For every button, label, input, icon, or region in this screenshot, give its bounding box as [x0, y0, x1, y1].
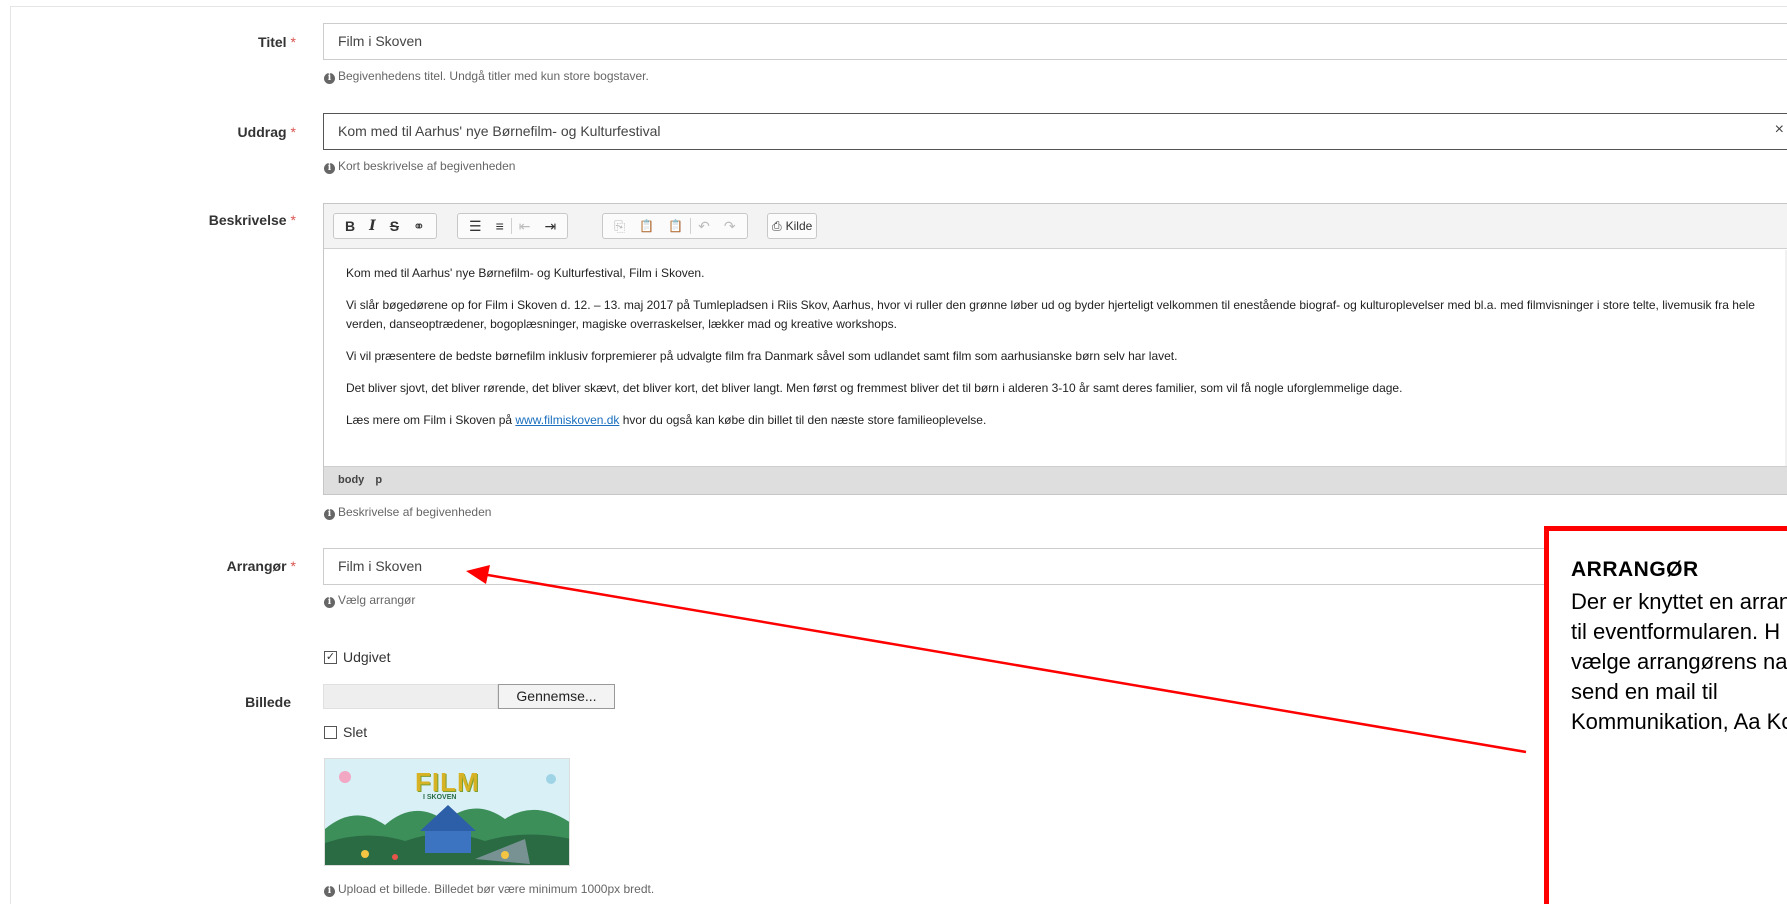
- callout-body: Der er knyttet en arrangørliste til even…: [1571, 589, 1787, 734]
- callout-title: ARRANGØR: [1571, 558, 1699, 581]
- annotation-callout: ARRANGØR Der er knyttet en arrangørliste…: [1544, 526, 1787, 904]
- annotation-arrow: [466, 565, 1527, 754]
